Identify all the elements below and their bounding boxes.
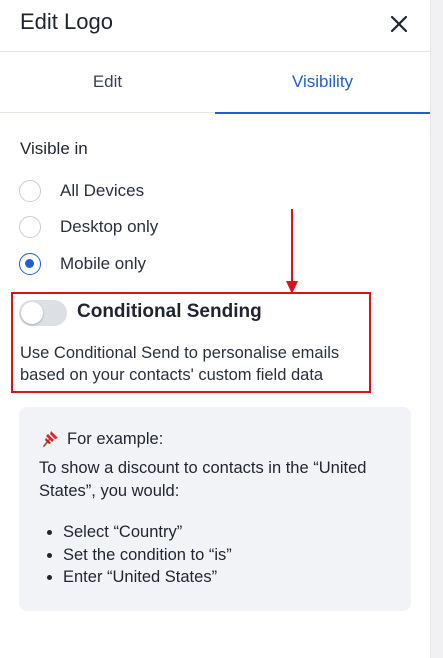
radio-label: Desktop only (60, 217, 159, 236)
list-item: Set the condition to “is” (47, 544, 232, 567)
panel-title: Edit Logo (20, 9, 113, 34)
example-body: To show a discount to contacts in the “U… (39, 459, 367, 500)
radio-label: Mobile only (60, 254, 146, 273)
visible-in-label: Visible in (20, 139, 88, 158)
tab-edit[interactable]: Edit (0, 53, 215, 113)
radio-label: All Devices (60, 181, 145, 200)
example-heading: For example: (67, 429, 164, 448)
conditional-sending-toggle[interactable] (19, 300, 67, 326)
radio-desktop-only[interactable]: Desktop only (19, 214, 158, 240)
example-heading-row: For example: (40, 429, 163, 449)
scrollbar-track[interactable] (430, 0, 443, 658)
example-steps: Select “Country” Set the condition to “i… (47, 521, 232, 589)
radio-button-selected[interactable] (19, 253, 41, 275)
annotation-arrow (286, 209, 298, 294)
radio-button[interactable] (19, 180, 41, 202)
pushpin-icon (43, 431, 58, 447)
tab-visibility-label: Visibility (291, 72, 354, 91)
conditional-sending-title: Conditional Sending (77, 301, 262, 322)
toggle-knob (21, 302, 43, 324)
list-item: Enter “United States” (47, 566, 232, 589)
conditional-sending-description: Use Conditional Send to personalise emai… (20, 344, 340, 384)
radio-all-devices[interactable]: All Devices (19, 178, 144, 204)
example-box: For example: To show a discount to conta… (19, 407, 411, 611)
list-item: Select “Country” (47, 521, 232, 544)
tab-visibility[interactable]: Visibility (215, 53, 430, 114)
edit-logo-panel: Edit Logo Edit Visibility Visible in All… (0, 0, 430, 658)
radio-button[interactable] (19, 216, 41, 238)
radio-mobile-only[interactable]: Mobile only (19, 251, 146, 277)
active-tab-indicator (215, 112, 430, 114)
tab-bar: Edit Visibility (0, 53, 430, 114)
panel-header: Edit Logo (0, 0, 430, 52)
close-icon[interactable] (386, 11, 412, 37)
